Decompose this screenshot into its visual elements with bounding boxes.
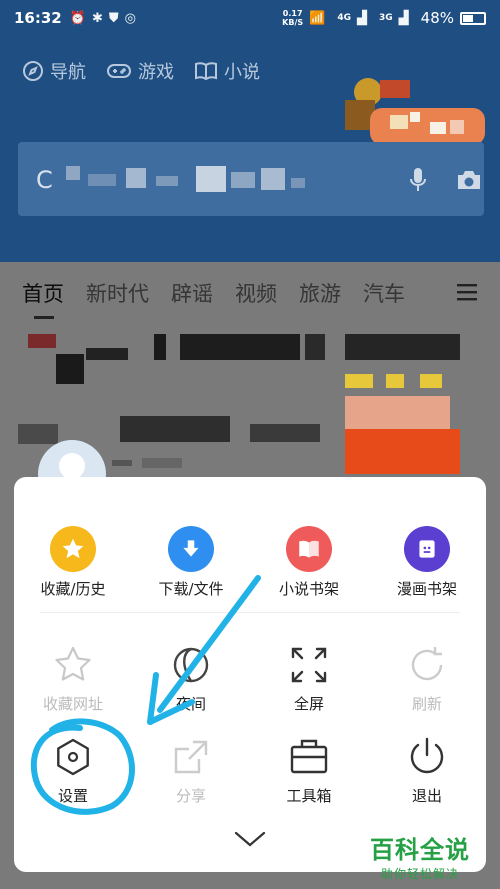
tab-auto[interactable]: 汽车 (363, 278, 405, 308)
menu-item-label: 夜间 (175, 695, 206, 713)
tab-video[interactable]: 视频 (235, 278, 277, 308)
menu-item-downloads[interactable]: 下载/文件 (132, 526, 250, 599)
watermark-subtitle: 助你轻松解决 (380, 867, 459, 881)
menu-divider (40, 612, 460, 613)
status-bar: 16:32 ⏰ ✱ ⛊ ◎ 0.17 KB/S 📶 4G ▟ 3G ▟ 48% (0, 0, 500, 36)
signal-4g: 4G (337, 13, 351, 23)
menu-item-label: 小说书架 (278, 580, 339, 598)
comic-icon (404, 526, 450, 572)
qq-icon: ◎ (124, 10, 136, 26)
power-icon (410, 737, 444, 774)
menu-item-label: 收藏网址 (42, 695, 103, 713)
camera-icon[interactable] (456, 169, 482, 191)
tab-menu-icon[interactable] (456, 282, 478, 302)
quick-link-games[interactable]: 游戏 (106, 58, 174, 84)
menu-item-share[interactable]: 分享 (132, 735, 250, 806)
menu-item-label: 工具箱 (286, 787, 332, 805)
compass-icon (23, 61, 43, 81)
quick-link-label: 小说 (224, 62, 260, 83)
quick-links: 导航 游戏 小说 (22, 58, 260, 84)
net-speed-unit: KB/S (282, 18, 304, 27)
net-speed-value: 0.17 (282, 9, 303, 18)
settings-hexagon-icon (57, 738, 89, 776)
refresh-icon (411, 647, 443, 681)
alarm-icon: ⏰ (69, 10, 86, 26)
collapse-chevron-icon[interactable] (234, 830, 266, 848)
blurred-username (112, 458, 182, 468)
net-speed: 0.17 KB/S (282, 9, 303, 27)
menu-item-fullscreen[interactable]: 全屏 (250, 643, 368, 714)
menu-item-label: 下载/文件 (158, 580, 224, 598)
channel-tabs: 首页 新时代 辟谣 视频 旅游 汽车 (0, 262, 500, 324)
moon-icon (173, 647, 209, 683)
watermark: 百科全说 助你轻松解决 (370, 830, 470, 882)
menu-item-exit[interactable]: 退出 (368, 735, 486, 806)
share-icon (174, 740, 208, 774)
status-time: 16:32 (14, 9, 62, 27)
quick-link-novels[interactable]: 小说 (194, 58, 260, 84)
menu-item-bookmark-url[interactable]: 收藏网址 (14, 643, 132, 714)
signal-bars-icon: ▟ (398, 10, 409, 26)
search-text-fragment: C (36, 166, 53, 194)
quick-link-nav[interactable]: 导航 (22, 58, 86, 84)
download-icon (168, 526, 214, 572)
quick-link-label: 导航 (50, 62, 86, 83)
bluetooth-icon: ✱ (91, 10, 103, 26)
watermark-title: 百科全说 (370, 836, 470, 864)
shield-icon: ⛊ (108, 10, 119, 26)
menu-item-toolbox[interactable]: 工具箱 (250, 735, 368, 806)
banner-ad[interactable] (340, 70, 485, 145)
signal-bars-icon: ▟ (357, 10, 367, 26)
signal-3g: 3G (379, 13, 393, 23)
gamepad-icon (107, 64, 131, 78)
menu-item-bookmarks-history[interactable]: 收藏/历史 (14, 526, 132, 599)
novel-book-icon (286, 526, 332, 572)
menu-item-label: 漫画书架 (396, 580, 457, 598)
fullscreen-icon (291, 647, 327, 683)
book-icon (195, 62, 217, 81)
menu-item-novel-shelf[interactable]: 小说书架 (250, 526, 368, 599)
tab-rumor[interactable]: 辟谣 (171, 278, 213, 308)
battery-icon (460, 11, 486, 25)
menu-item-night-mode[interactable]: 夜间 (132, 643, 250, 714)
browser-header: 16:32 ⏰ ✱ ⛊ ◎ 0.17 KB/S 📶 4G ▟ 3G ▟ 48% … (0, 0, 500, 262)
menu-item-label: 刷新 (411, 695, 442, 713)
blurred-search-text (66, 166, 305, 192)
tab-home[interactable]: 首页 (22, 278, 64, 319)
wifi-icon: 📶 (309, 10, 326, 26)
menu-item-label: 收藏/历史 (40, 580, 106, 598)
menu-row-secondary: 收藏网址 夜间 全屏 刷新 (14, 643, 486, 714)
menu-item-comic-shelf[interactable]: 漫画书架 (368, 526, 486, 599)
menu-item-label: 分享 (175, 787, 206, 805)
search-bar[interactable]: C (18, 142, 484, 216)
star-outline-icon (55, 646, 91, 681)
menu-item-label: 退出 (411, 787, 442, 805)
microphone-icon[interactable] (408, 167, 428, 193)
menu-item-settings[interactable]: 设置 (14, 735, 132, 806)
menu-item-label: 设置 (57, 787, 88, 805)
menu-row-tertiary: 设置 分享 工具箱 退出 (14, 735, 486, 806)
tab-new-era[interactable]: 新时代 (86, 278, 149, 308)
star-icon (50, 526, 96, 572)
battery-percent: 48% (420, 9, 454, 27)
tab-travel[interactable]: 旅游 (299, 278, 341, 308)
menu-item-refresh[interactable]: 刷新 (368, 643, 486, 714)
toolbox-icon (290, 739, 328, 774)
menu-item-label: 全屏 (293, 695, 324, 713)
quick-link-label: 游戏 (138, 62, 174, 83)
menu-row-primary: 收藏/历史 下载/文件 小说书架 漫画书架 (14, 526, 486, 599)
